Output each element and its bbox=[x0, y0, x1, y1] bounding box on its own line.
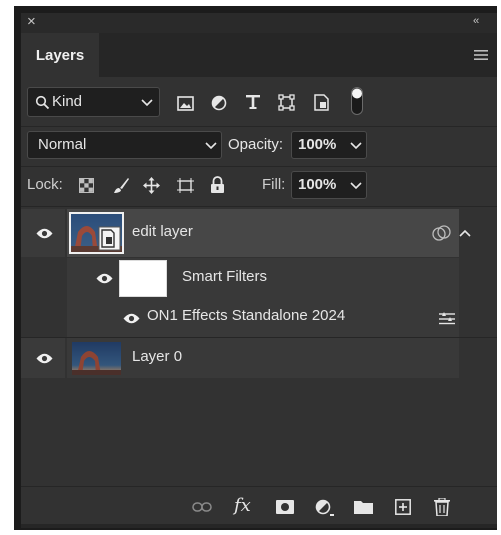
add-mask-icon[interactable] bbox=[275, 499, 295, 515]
visibility-eye-icon[interactable] bbox=[35, 225, 53, 241]
collapse-effects-icon[interactable] bbox=[458, 226, 472, 240]
new-layer-icon[interactable] bbox=[394, 498, 412, 516]
shape-filter-icon[interactable] bbox=[276, 92, 296, 112]
smart-filters-label: Smart Filters bbox=[182, 268, 268, 285]
layer-thumbnail bbox=[72, 342, 121, 375]
resize-grip[interactable] bbox=[21, 524, 497, 528]
lock-position-icon[interactable] bbox=[141, 175, 161, 195]
fill-label: Fill: bbox=[262, 176, 286, 193]
fx-icon[interactable]: fx bbox=[234, 495, 251, 516]
panel-top-strip: × ‹‹ bbox=[21, 13, 497, 33]
chevron-down-icon[interactable] bbox=[349, 179, 363, 193]
adjustment-filter-icon[interactable] bbox=[209, 93, 229, 113]
collapse-icon[interactable]: ‹‹ bbox=[473, 15, 479, 27]
smart-object-filter-icon[interactable] bbox=[311, 92, 331, 112]
lock-artboard-icon[interactable] bbox=[174, 175, 196, 195]
opacity-value[interactable]: 100% bbox=[298, 136, 336, 153]
lock-image-pixels-icon[interactable] bbox=[111, 175, 131, 195]
smart-filters-row[interactable]: Smart Filters bbox=[21, 258, 497, 299]
link-layers-icon[interactable] bbox=[191, 499, 213, 515]
blend-mode-select[interactable]: Normal bbox=[27, 131, 222, 159]
fill-value[interactable]: 100% bbox=[298, 176, 336, 193]
close-icon[interactable]: × bbox=[27, 13, 36, 30]
chevron-down-icon bbox=[140, 96, 154, 110]
search-icon bbox=[34, 94, 50, 110]
layer-row-edit-layer[interactable]: edit layer bbox=[21, 209, 497, 257]
filter-kind-label: Kind bbox=[52, 93, 83, 110]
lock-transparent-pixels-icon[interactable] bbox=[77, 176, 95, 194]
layer-row-layer-0[interactable]: Layer 0 bbox=[21, 338, 497, 378]
tab-row: Layers bbox=[21, 33, 497, 77]
image-filter-icon[interactable] bbox=[175, 93, 195, 113]
layer-name[interactable]: edit layer bbox=[132, 223, 193, 240]
filter-blending-options-icon[interactable] bbox=[437, 309, 457, 327]
layer-thumbnail bbox=[69, 212, 124, 254]
opacity-field[interactable]: 100% bbox=[291, 131, 367, 159]
tab-layers[interactable]: Layers bbox=[21, 33, 99, 77]
filter-kind-select[interactable]: Kind bbox=[27, 87, 160, 117]
filter-toggle-icon[interactable] bbox=[350, 86, 364, 116]
divider bbox=[21, 126, 497, 127]
new-group-icon[interactable] bbox=[352, 499, 374, 515]
fill-field[interactable]: 100% bbox=[291, 171, 367, 199]
lock-all-icon[interactable] bbox=[208, 174, 226, 194]
layers-panel: × ‹‹ Layers Kind Normal Opacity: 100% Lo… bbox=[21, 13, 497, 528]
lock-label: Lock: bbox=[27, 176, 63, 193]
type-filter-icon[interactable] bbox=[243, 92, 263, 112]
divider bbox=[21, 206, 497, 207]
smart-filter-indicator-icon[interactable] bbox=[430, 224, 454, 242]
new-adjustment-layer-icon[interactable] bbox=[314, 498, 336, 518]
chevron-down-icon bbox=[204, 139, 218, 153]
delete-layer-icon[interactable] bbox=[433, 497, 451, 517]
selected-highlight bbox=[67, 209, 459, 257]
smart-filter-item-on1[interactable]: ON1 Effects Standalone 2024 bbox=[21, 299, 497, 337]
bottom-toolbar: fx bbox=[21, 486, 497, 528]
layer-name[interactable]: Layer 0 bbox=[132, 348, 182, 365]
visibility-eye-icon[interactable] bbox=[35, 351, 53, 365]
divider bbox=[21, 166, 497, 167]
hamburger-menu-icon[interactable] bbox=[473, 47, 489, 63]
opacity-label: Opacity: bbox=[228, 136, 284, 153]
smart-filter-mask-thumbnail[interactable] bbox=[119, 260, 167, 297]
visibility-eye-icon[interactable] bbox=[95, 271, 113, 285]
chevron-down-icon[interactable] bbox=[349, 139, 363, 153]
blend-mode-value: Normal bbox=[38, 136, 87, 153]
smart-filter-name[interactable]: ON1 Effects Standalone 2024 bbox=[147, 307, 345, 324]
visibility-eye-icon[interactable] bbox=[122, 311, 140, 325]
